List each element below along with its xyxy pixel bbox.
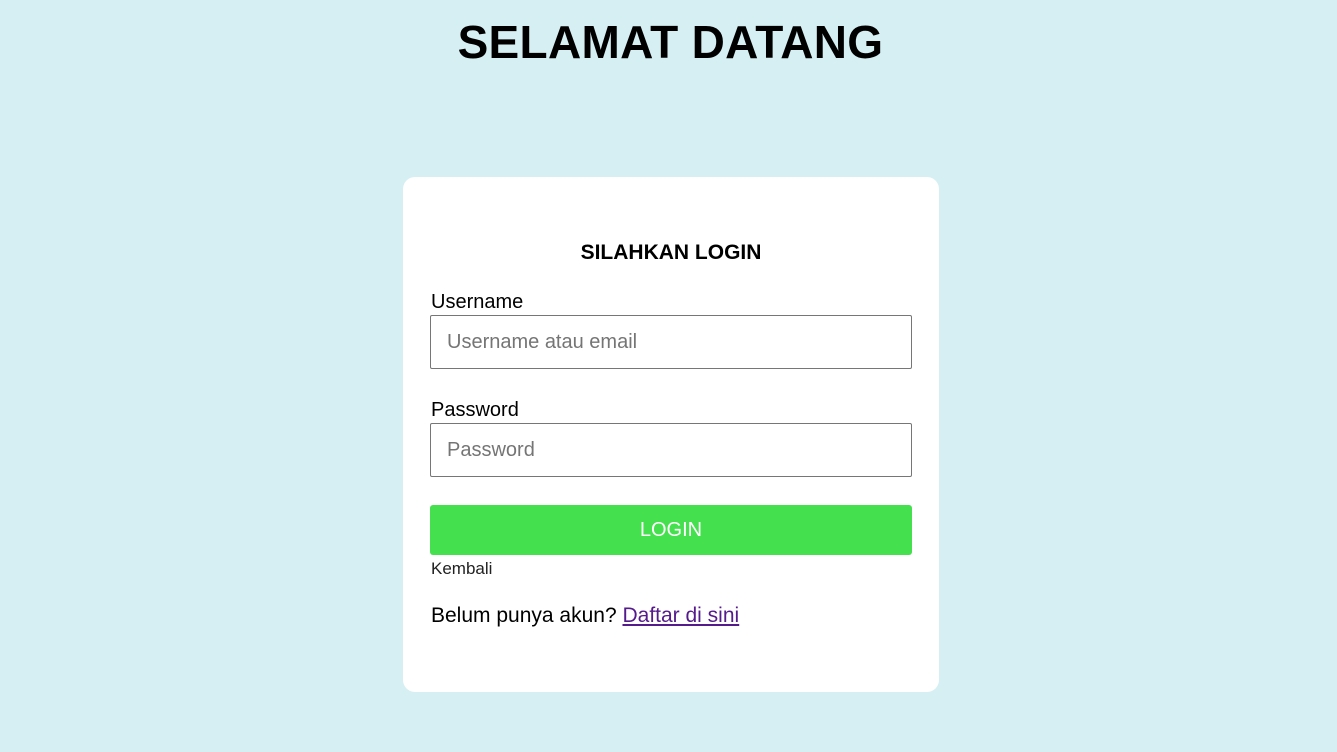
register-prompt-line: Belum punya akun? Daftar di sini [431,603,739,629]
login-card-title: SILAHKAN LOGIN [580,241,762,264]
page-title: SELAMAT DATANG [457,16,884,68]
register-link[interactable]: Daftar di sini [622,604,739,627]
login-page: SELAMAT DATANG SILAHKAN LOGIN Username P… [0,0,1337,752]
password-input[interactable] [430,423,912,477]
back-link[interactable]: Kembali [431,559,492,579]
username-input[interactable] [430,315,912,369]
login-button[interactable]: LOGIN [430,505,912,555]
username-label: Username [431,291,524,313]
register-prompt-text: Belum punya akun? [431,604,617,627]
password-label: Password [431,399,519,421]
